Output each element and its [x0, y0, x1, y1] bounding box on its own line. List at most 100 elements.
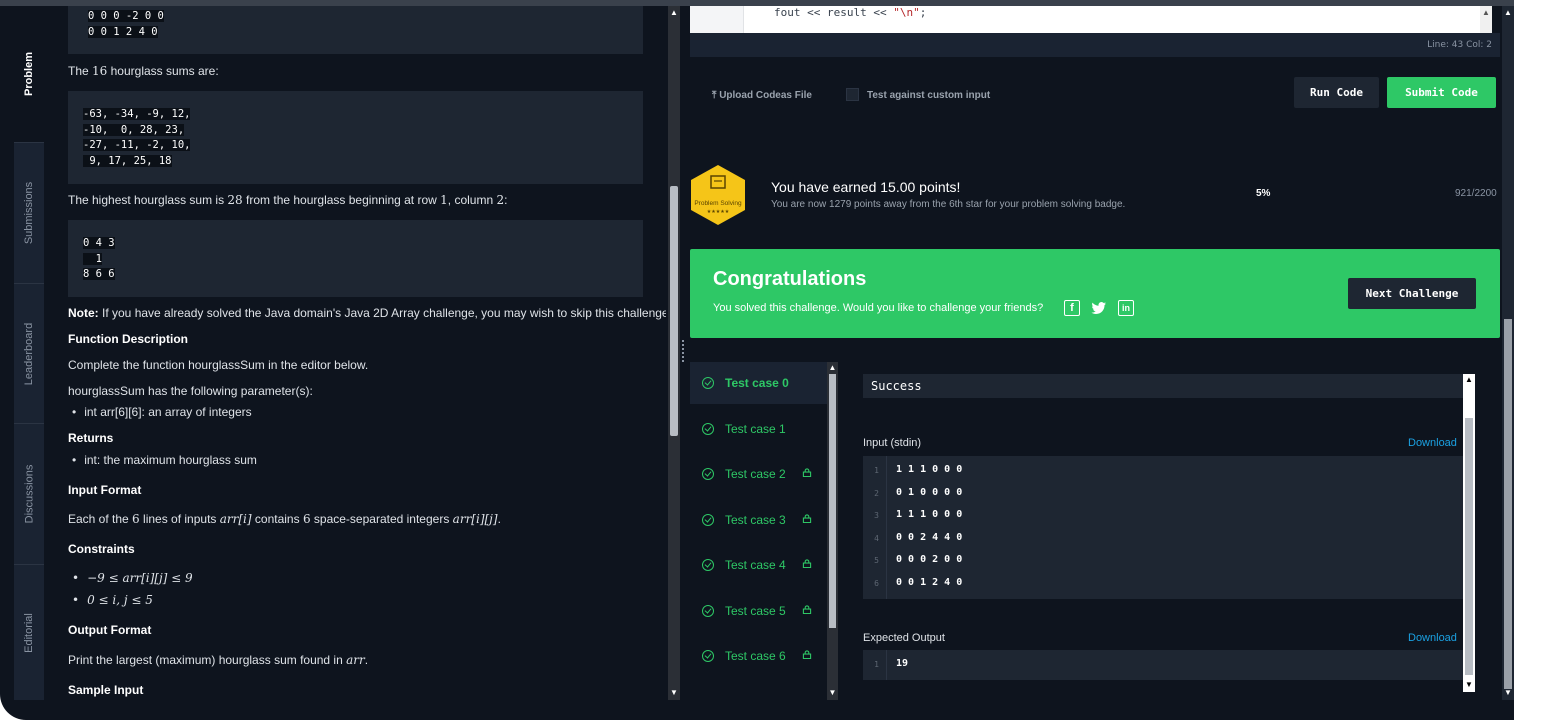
test-case-item[interactable]: Test case 5 [690, 590, 827, 632]
tab-problem-label: Problem [23, 51, 36, 97]
tab-leaderboard-label: Leaderboard [23, 322, 36, 385]
param-item: int arr[6][6]: an array of integers [72, 404, 251, 420]
check-circle-icon [702, 559, 714, 571]
badge-label: Problem Solving [694, 200, 742, 207]
problem-scrollbar[interactable]: ▲ ▼ [668, 6, 680, 700]
input-box: 11 1 1 0 0 0 20 1 0 0 0 0 31 1 1 0 0 0 4… [863, 456, 1463, 599]
sums-line: -27, -11, -2, 10, [83, 139, 191, 151]
tab-submissions[interactable]: Submissions [14, 143, 44, 284]
scroll-up-arrow-icon[interactable]: ▲ [827, 363, 838, 372]
lock-icon [802, 559, 812, 568]
input-line: 40 0 2 4 4 0 [874, 531, 963, 543]
points-earned-subtitle: You are now 1279 points away from the 6t… [771, 199, 1126, 210]
next-challenge-button[interactable]: Next Challenge [1348, 278, 1476, 309]
input-line: 31 1 1 0 0 0 [874, 509, 963, 521]
test-case-item[interactable]: Test case 0 [690, 362, 827, 404]
twitter-icon[interactable] [1091, 300, 1107, 316]
params-text: hourglassSum has the following parameter… [68, 384, 313, 398]
scroll-down-arrow-icon[interactable]: ▼ [827, 688, 838, 697]
problem-statement: 0 0 0 -2 0 0 0 0 1 2 4 0 The 16 hourglas… [44, 6, 666, 700]
submit-code-button[interactable]: Submit Code [1387, 77, 1496, 108]
output-format-text: Print the largest (maximum) hourglass su… [68, 653, 369, 667]
scroll-down-arrow-icon[interactable]: ▼ [1502, 688, 1514, 697]
editor-scrollbar[interactable]: ▲ [1480, 6, 1492, 33]
output-format-heading: Output Format [68, 623, 152, 637]
test-case-item[interactable]: Test case 2 [690, 453, 827, 495]
scroll-down-arrow-icon[interactable]: ▼ [1463, 680, 1475, 689]
test-case-item[interactable]: Test case 3 [690, 499, 827, 541]
hourglass-code-block: 0 4 3 1 8 6 6 [68, 220, 643, 297]
test-case-scrollbar[interactable]: ▲ ▼ [827, 362, 838, 700]
input-format-text: Each of the 6 lines of inputs arr[i] con… [68, 512, 501, 526]
test-case-item[interactable]: Test case 1 [690, 408, 827, 450]
lock-icon [802, 604, 812, 614]
code-editor[interactable]: fout << result << "\n"; [690, 6, 1480, 33]
problem-scrollbar-thumb[interactable] [670, 186, 678, 436]
test-case-scrollbar-thumb[interactable] [829, 374, 836, 628]
input-line: 20 1 0 0 0 0 [874, 486, 963, 498]
expected-output-label: Expected Output [863, 632, 945, 644]
scroll-down-arrow-icon[interactable]: ▼ [668, 688, 680, 697]
sums-line: -10, 0, 28, 23, [83, 123, 185, 136]
scroll-up-arrow-icon[interactable]: ▲ [1463, 375, 1475, 384]
page-scrollbar-thumb[interactable] [1504, 319, 1512, 689]
custom-input-label[interactable]: Test against custom input [867, 90, 990, 101]
test-case-list: Test case 0 Test case 1 Test case 2 Test… [690, 362, 840, 700]
tab-discussions[interactable]: Discussions [14, 424, 44, 565]
progress-count: 921/2200 [1455, 188, 1497, 199]
editor-scroll-up-icon[interactable]: ▲ [1480, 8, 1492, 17]
test-case-item[interactable]: Test case 6 [690, 635, 827, 677]
tab-problem[interactable]: Problem [14, 6, 44, 143]
sums-line: -63, -34, -9, 12, [83, 108, 191, 120]
scroll-up-arrow-icon[interactable]: ▲ [668, 8, 680, 17]
input-line: 11 1 1 0 0 0 [874, 464, 963, 475]
editor-gutter [690, 6, 744, 33]
tab-editorial[interactable]: Editorial [14, 565, 44, 700]
editor-and-results: fout << result << "\n"; ▲ Line: 43 Col: … [690, 6, 1500, 700]
upload-icon: ⤒ [712, 90, 717, 101]
problem-solving-badge-icon [691, 165, 745, 225]
expected-download-link[interactable]: Download [1408, 632, 1457, 644]
hourglass-line: 0 4 3 [83, 237, 115, 249]
upload-label: Upload Codeas File [719, 90, 812, 101]
facebook-icon[interactable]: f [1064, 300, 1080, 316]
progress-percent: 5% [1256, 188, 1271, 199]
check-circle-icon [702, 377, 714, 389]
split-pane-handle-icon[interactable] [682, 340, 688, 362]
run-code-button[interactable]: Run Code [1294, 77, 1379, 108]
upload-file-button[interactable]: ⤒ Upload Codeas File [712, 90, 812, 101]
function-description-text: Complete the function hourglassSum in th… [68, 358, 369, 372]
page-scrollbar[interactable]: ▲ ▼ [1502, 6, 1514, 700]
expected-line: 1 19 [874, 658, 909, 669]
result-scrollbar-thumb[interactable] [1465, 418, 1473, 675]
input-label: Input (stdin) [863, 437, 922, 449]
tab-editorial-label: Editorial [23, 612, 35, 653]
custom-input-checkbox[interactable] [846, 88, 859, 101]
tab-discussions-label: Discussions [23, 464, 35, 524]
congratulations-banner: Congratulations You solved this challeng… [690, 249, 1500, 338]
lock-icon [802, 650, 812, 659]
editor-status-bar: Line: 43 Col: 2 [690, 33, 1500, 57]
check-circle-icon [702, 604, 714, 617]
returns-heading: Returns [68, 431, 114, 445]
linkedin-icon[interactable]: in [1118, 300, 1134, 316]
hourglass-line: 8 6 6 [83, 268, 115, 280]
input-line: 50 0 0 2 0 0 [874, 554, 963, 566]
line-col-indicator: Line: 43 Col: 2 [1427, 40, 1492, 50]
input-download-link[interactable]: Download [1408, 437, 1457, 449]
test-case-item[interactable]: Test case 4 [690, 544, 827, 586]
lock-icon [802, 468, 812, 477]
vertical-tab-rail: Problem Submissions Leaderboard Discussi… [14, 6, 44, 700]
result-scrollbar[interactable]: ▲ ▼ [1463, 374, 1475, 692]
code-line: fout << result << "\n"; [774, 6, 927, 19]
matrix-line: 0 0 0 -2 0 0 [88, 10, 164, 22]
scroll-up-arrow-icon[interactable]: ▲ [1502, 8, 1514, 17]
sums-line: 9, 17, 25, 18 [83, 154, 172, 167]
expected-output-box: 1 19 [863, 650, 1463, 680]
tab-leaderboard[interactable]: Leaderboard [14, 284, 44, 424]
matrix-line: 0 0 1 2 4 0 [88, 25, 158, 38]
points-earned-title: You have earned 15.00 points! [771, 179, 961, 195]
sums-intro: The 16 hourglass sums are: [68, 64, 219, 78]
test-result-panel: Success Input (stdin) Download 11 1 1 0 … [842, 362, 1500, 700]
return-item: int: the maximum hourglass sum [72, 452, 257, 468]
